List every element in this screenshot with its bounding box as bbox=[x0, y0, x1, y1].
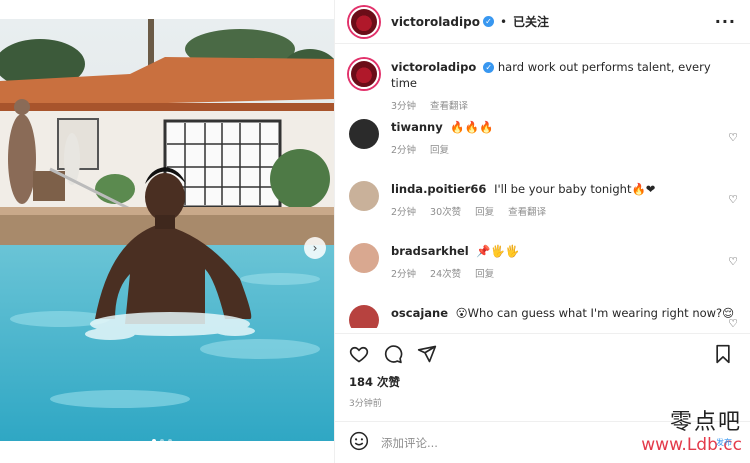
list-item: bradsarkhel 📌🖐🖐 2分钟 24次赞 回复 ♡ bbox=[335, 237, 750, 299]
carousel-dot bbox=[168, 439, 172, 441]
emoji-icon[interactable] bbox=[349, 431, 369, 455]
carousel-dot bbox=[152, 439, 156, 441]
comment-icon[interactable] bbox=[383, 344, 403, 364]
comment-likes[interactable]: 24次赞 bbox=[430, 267, 461, 283]
avatar[interactable] bbox=[349, 119, 379, 149]
posted-time[interactable]: 3分钟前 bbox=[349, 396, 382, 409]
likes-count[interactable]: 184 次赞 bbox=[349, 374, 400, 390]
post-photo: › bbox=[0, 19, 334, 441]
heart-icon[interactable] bbox=[349, 344, 369, 364]
like-comment-icon[interactable]: ♡ bbox=[728, 193, 738, 206]
comment-username[interactable]: bradsarkhel bbox=[391, 244, 469, 258]
post-panel: victoroladipo ✓ • 已关注 ··· victoroladipo ✓… bbox=[334, 0, 750, 463]
bookmark-icon[interactable] bbox=[714, 344, 732, 364]
comment-text: 😮Who can guess what I'm wearing right no… bbox=[455, 306, 735, 320]
verified-icon: ✓ bbox=[482, 16, 494, 27]
reply-button[interactable]: 回复 bbox=[475, 205, 494, 221]
list-item: oscajane 😮Who can guess what I'm wearing… bbox=[335, 299, 750, 328]
publish-tag: 发布 bbox=[716, 438, 732, 447]
avatar[interactable] bbox=[349, 243, 379, 273]
post-header: victoroladipo ✓ • 已关注 ··· bbox=[335, 0, 750, 44]
carousel-dot bbox=[160, 439, 164, 441]
comment-time[interactable]: 2分钟 bbox=[391, 267, 416, 283]
share-icon[interactable] bbox=[417, 344, 437, 364]
avatar[interactable] bbox=[349, 305, 379, 328]
list-item: tiwanny 🔥🔥🔥 2分钟 回复 ♡ bbox=[335, 113, 750, 175]
watermark: 零点吧 www.Ldb.cc 发布 bbox=[641, 412, 742, 454]
watermark-cn: 零点吧 bbox=[669, 410, 742, 435]
comment-text: I'll be your baby tonight🔥❤ bbox=[494, 182, 656, 196]
following-button[interactable]: 已关注 bbox=[513, 13, 549, 30]
comment-username[interactable]: linda.poitier66 bbox=[391, 182, 486, 196]
like-comment-icon[interactable]: ♡ bbox=[728, 317, 738, 328]
next-image-button[interactable]: › bbox=[304, 237, 326, 259]
like-comment-icon[interactable]: ♡ bbox=[728, 255, 738, 268]
post-caption: victoroladipo ✓ hard work out performs ta… bbox=[335, 45, 750, 113]
caption-username[interactable]: victoroladipo bbox=[391, 60, 476, 74]
see-translation-link[interactable]: 查看翻译 bbox=[508, 205, 546, 221]
comments-list[interactable]: victoroladipo ✓ hard work out performs ta… bbox=[335, 45, 750, 328]
comment-likes[interactable]: 30次赞 bbox=[430, 205, 461, 221]
avatar[interactable] bbox=[349, 181, 379, 211]
more-options-icon[interactable]: ··· bbox=[715, 12, 736, 31]
comment-text: 🔥🔥🔥 bbox=[450, 120, 494, 134]
comment-time[interactable]: 2分钟 bbox=[391, 205, 416, 221]
author-username[interactable]: victoroladipo bbox=[391, 15, 480, 29]
comment-time[interactable]: 2分钟 bbox=[391, 143, 416, 159]
list-item: linda.poitier66 I'll be your baby tonigh… bbox=[335, 175, 750, 237]
comment-text: 📌🖐🖐 bbox=[476, 244, 520, 258]
comment-username[interactable]: oscajane bbox=[391, 306, 448, 320]
avatar[interactable] bbox=[349, 59, 379, 89]
reply-button[interactable]: 回复 bbox=[475, 267, 494, 283]
post-actions bbox=[335, 333, 750, 373]
reply-button[interactable]: 回复 bbox=[430, 143, 449, 159]
comment-input[interactable] bbox=[381, 435, 581, 450]
chevron-right-icon: › bbox=[312, 241, 318, 255]
carousel-dots bbox=[152, 439, 172, 441]
comment-username[interactable]: tiwanny bbox=[391, 120, 443, 134]
follow-separator: • bbox=[499, 14, 508, 29]
verified-icon: ✓ bbox=[483, 62, 495, 73]
avatar[interactable] bbox=[349, 6, 379, 37]
like-comment-icon[interactable]: ♡ bbox=[728, 131, 738, 144]
pool-photo-illustration bbox=[0, 19, 334, 441]
